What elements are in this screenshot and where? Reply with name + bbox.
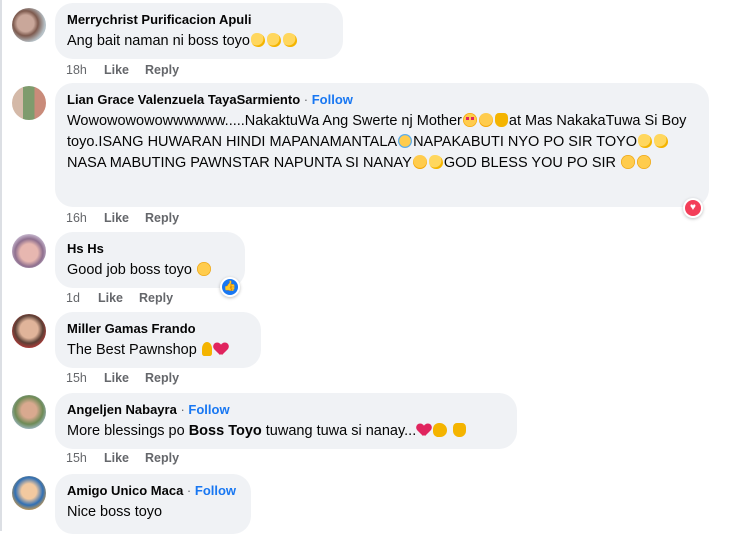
comment-actions: 15h Like Reply [66,371,195,385]
clap-emoji-icon [266,33,281,47]
saluting-face-emoji-icon [196,262,211,276]
clap-emoji-icon [638,134,653,148]
like-button[interactable]: Like [104,451,129,465]
smiling-hearts-emoji-icon [412,155,427,169]
comment-bubble: Hs Hs Good job boss toyo [55,232,245,288]
commenter-name[interactable]: Lian Grace Valenzuela TayaSarmiento [67,92,300,107]
like-button[interactable]: Like [98,291,123,305]
commenter-name-row: Amigo Unico Maca · Follow [67,482,239,499]
left-border [0,0,2,531]
like-button[interactable]: Like [104,63,129,77]
timestamp[interactable]: 15h [66,371,104,385]
comment-bubble: Lian Grace Valenzuela TayaSarmiento · Fo… [55,83,709,207]
avatar[interactable] [12,314,46,348]
follow-button[interactable]: Follow [312,92,353,107]
like-reaction-icon[interactable]: 👍 [220,277,240,297]
reply-button[interactable]: Reply [145,451,179,465]
reply-button[interactable]: Reply [145,63,179,77]
timestamp[interactable]: 1d [66,291,98,305]
separator-dot: · [303,92,309,107]
red-heart-emoji-icon [417,424,431,437]
comment-actions: 1d Like Reply [66,291,189,305]
commenter-name-row: Angeljen Nabayra · Follow [67,401,505,418]
timestamp[interactable]: 16h [66,211,104,225]
smiling-hearts-emoji-icon [478,113,493,127]
commenter-name[interactable]: Hs Hs [67,240,233,257]
clap-emoji-icon [282,33,297,47]
commenter-name[interactable]: Amigo Unico Maca [67,483,183,498]
comment-actions: 16h Like Reply [66,211,195,225]
relieved-face-emoji-icon [637,155,652,169]
avatar[interactable] [12,234,46,268]
reply-button[interactable]: Reply [145,371,179,385]
clap-emoji-icon [250,33,265,47]
comment-bubble: Amigo Unico Maca · Follow Nice boss toyo [55,474,251,534]
like-button[interactable]: Like [104,211,129,225]
comment-actions: 15h Like Reply [66,451,195,465]
timestamp[interactable]: 15h [66,451,104,465]
comment-text: Ang bait naman ni boss toyo [67,31,331,52]
comment-actions: 18h Like Reply [66,63,195,77]
pray-emoji-icon [453,423,467,437]
love-reaction-icon[interactable]: ♥ [683,198,703,218]
separator-dot: · [180,402,185,417]
comment-bubble: Miller Gamas Frando The Best Pawnshop [55,312,261,368]
relieved-face-emoji-icon [621,155,636,169]
comment-bubble: Angeljen Nabayra · Follow More blessings… [55,393,517,449]
red-heart-emoji-icon [214,343,228,356]
clap-emoji-icon [428,155,443,169]
comment-text: Wowowowowowwwwww.....NakaktuWa Ang Swert… [67,113,687,171]
reply-button[interactable]: Reply [139,291,173,305]
comment-bubble: Merrychrist Purificacion Apuli Ang bait … [55,3,343,59]
bold-mention: Boss Toyo [188,423,262,439]
separator-dot: · [186,483,192,498]
comment-text: Nice boss toyo [67,504,163,520]
heart-eyes-emoji-icon [462,113,477,127]
pointing-up-emoji-icon [201,342,212,356]
commenter-name-row: Lian Grace Valenzuela TayaSarmiento · Fo… [67,91,697,108]
clap-emoji-icon [654,134,669,148]
commenter-name[interactable]: Angeljen Nabayra [67,402,177,417]
commenter-name[interactable]: Merrychrist Purificacion Apuli [67,11,331,28]
avatar[interactable] [12,395,46,429]
crying-emoji-icon [398,134,413,148]
reply-button[interactable]: Reply [145,211,179,225]
avatar[interactable] [12,8,46,42]
timestamp[interactable]: 18h [66,63,104,77]
follow-button[interactable]: Follow [188,402,229,417]
comment-text: Good job boss toyo [67,260,233,281]
avatar[interactable] [12,86,46,120]
like-button[interactable]: Like [104,371,129,385]
commenter-name[interactable]: Miller Gamas Frando [67,320,249,337]
follow-button[interactable]: Follow [195,483,236,498]
avatar[interactable] [12,476,46,510]
comment-text: More blessings po Boss Toyo tuwang tuwa … [67,421,505,442]
comment-text: The Best Pawnshop [67,340,249,361]
ok-hand-emoji-icon [433,423,448,437]
pray-emoji-icon [494,113,508,127]
